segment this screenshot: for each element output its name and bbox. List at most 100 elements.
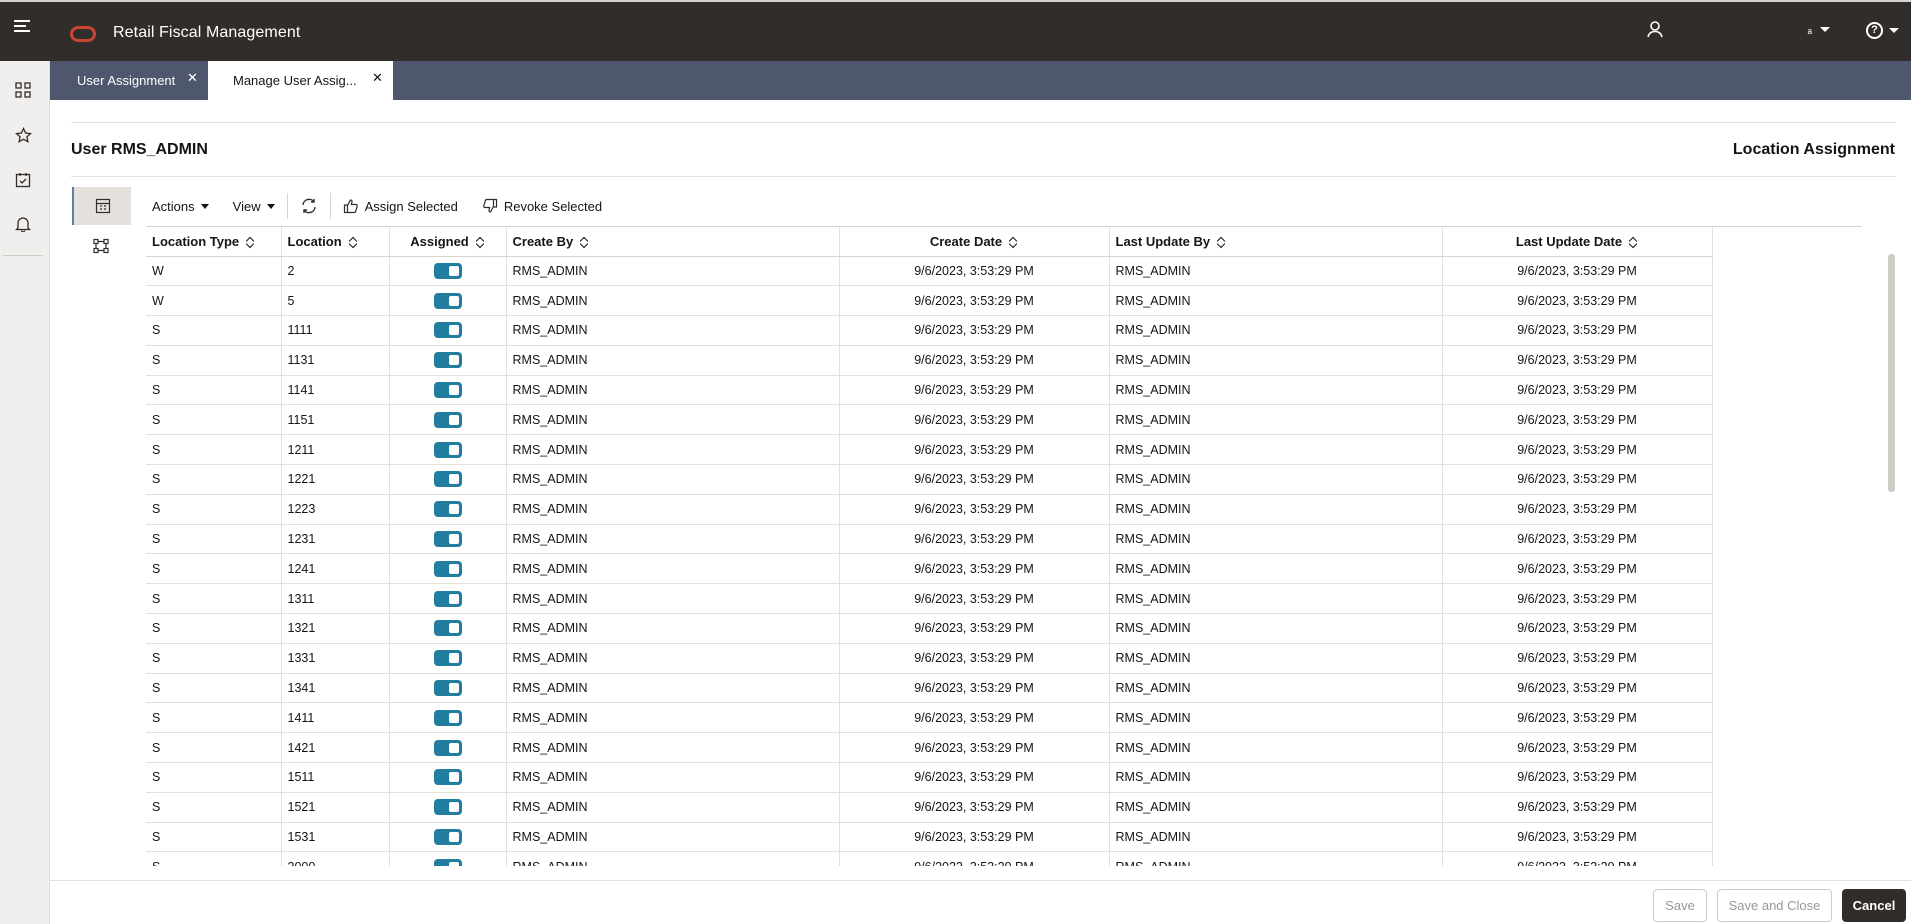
bell-icon[interactable] — [12, 213, 34, 235]
assigned-toggle[interactable] — [433, 680, 462, 697]
cell-location-type: S — [146, 583, 282, 615]
sort-icon[interactable] — [580, 236, 589, 248]
assigned-toggle[interactable] — [433, 322, 462, 339]
star-icon[interactable] — [12, 124, 34, 146]
table-row[interactable]: S 1151 RMS_ADMIN 9/6/2023, 3:53:29 PM RMS_AD… — [146, 404, 1713, 436]
table-row[interactable]: S3000RMS_ADMIN9/6/2023, 3:53:29 PMRMS_AD… — [146, 851, 1713, 866]
assign-selected-button[interactable]: Assign Selected — [331, 198, 470, 214]
assigned-toggle[interactable] — [433, 858, 462, 866]
cell-create-by: RMS_ADMIN — [506, 256, 840, 287]
assigned-toggle[interactable] — [433, 262, 462, 279]
cell-last-update-date: 9/6/2023, 3:53:29 PM — [1442, 583, 1713, 615]
close-icon[interactable]: ✕ — [187, 70, 198, 86]
revoke-selected-button[interactable]: Revoke Selected — [470, 198, 614, 214]
sort-icon[interactable] — [1629, 236, 1638, 248]
table-row[interactable]: S 1411 RMS_ADMIN 9/6/2023, 3:53:29 PM RMS_AD… — [146, 702, 1713, 734]
assigned-toggle[interactable] — [433, 531, 462, 548]
table-row[interactable]: S 1521 RMS_ADMIN 9/6/2023, 3:53:29 PM RMS_AD… — [146, 792, 1713, 823]
column-header-location[interactable]: Location — [281, 227, 390, 257]
save-button[interactable]: Save — [1653, 889, 1707, 922]
assigned-toggle[interactable] — [433, 739, 462, 756]
cell-location-type: S — [146, 315, 282, 346]
column-header-last-update-by[interactable]: Last Update By — [1109, 227, 1443, 257]
sort-icon[interactable] — [476, 236, 485, 248]
oracle-logo-icon — [70, 26, 96, 42]
assigned-toggle[interactable] — [433, 352, 462, 369]
sort-icon[interactable] — [349, 236, 358, 248]
cell-location-type: S — [146, 673, 282, 704]
save-and-close-button[interactable]: Save and Close — [1717, 889, 1832, 922]
table-row[interactable]: S 1141 RMS_ADMIN 9/6/2023, 3:53:29 PM RMS_AD… — [146, 375, 1713, 406]
assigned-toggle[interactable] — [433, 471, 462, 488]
cell-last-update-by: RMS_ADMIN — [1109, 702, 1443, 734]
menu-icon[interactable] — [14, 20, 32, 34]
actions-menu[interactable]: Actions — [140, 199, 221, 214]
hierarchy-view-button[interactable] — [90, 235, 112, 257]
table-row[interactable]: W 2 RMS_ADMIN 9/6/2023, 3:53:29 PM RMS_ADMIN… — [146, 256, 1713, 287]
table-row[interactable]: S 1231 RMS_ADMIN 9/6/2023, 3:53:29 PM RMS_AD… — [146, 524, 1713, 555]
sort-icon[interactable] — [246, 236, 255, 248]
tab-manage-user-assignment[interactable]: Manage User Assig... — [208, 61, 393, 100]
cell-create-date: 9/6/2023, 3:53:29 PM — [839, 643, 1110, 674]
chevron-down-icon — [1889, 28, 1899, 33]
assigned-toggle[interactable] — [433, 382, 462, 399]
user-menu[interactable]: ₐ — [1646, 20, 1830, 38]
cell-location-type: S — [146, 375, 282, 406]
assigned-toggle[interactable] — [433, 411, 462, 428]
sort-icon[interactable] — [1009, 236, 1018, 248]
cell-last-update-date: 9/6/2023, 3:53:29 PM — [1442, 851, 1713, 866]
table-row[interactable]: S 1511 RMS_ADMIN 9/6/2023, 3:53:29 PM RMS_AD… — [146, 762, 1713, 793]
vertical-scrollbar[interactable] — [1888, 254, 1895, 492]
table-row[interactable]: S 1331 RMS_ADMIN 9/6/2023, 3:53:29 PM RMS_AD… — [146, 643, 1713, 674]
assigned-toggle[interactable] — [433, 560, 462, 577]
cell-create-by: RMS_ADMIN — [506, 553, 840, 585]
assigned-toggle[interactable] — [433, 501, 462, 518]
table-row[interactable]: S 1221 RMS_ADMIN 9/6/2023, 3:53:29 PM RMS_AD… — [146, 464, 1713, 495]
assigned-toggle[interactable] — [433, 620, 462, 637]
cell-location-type: S — [146, 643, 282, 674]
assigned-toggle[interactable] — [433, 441, 462, 458]
grid-icon[interactable] — [12, 79, 34, 101]
assigned-toggle[interactable] — [433, 709, 462, 726]
refresh-button[interactable] — [288, 197, 330, 215]
table-row[interactable]: S 1211 RMS_ADMIN 9/6/2023, 3:53:29 PM RMS_AD… — [146, 434, 1713, 466]
table-row[interactable]: S 1321 RMS_ADMIN 9/6/2023, 3:53:29 PM RMS_AD… — [146, 613, 1713, 644]
table-row[interactable]: S 1131 RMS_ADMIN 9/6/2023, 3:53:29 PM RMS_AD… — [146, 345, 1713, 376]
column-header-create-by[interactable]: Create By — [506, 227, 840, 257]
sort-icon[interactable] — [1217, 236, 1226, 248]
assign-selected-label: Assign Selected — [364, 198, 458, 214]
assigned-toggle[interactable] — [433, 590, 462, 607]
view-menu[interactable]: View — [221, 199, 287, 214]
cell-assigned — [389, 464, 507, 495]
cell-last-update-date: 9/6/2023, 3:53:29 PM — [1442, 256, 1713, 287]
chevron-down-icon — [1820, 26, 1830, 32]
table-row[interactable]: S 1311 RMS_ADMIN 9/6/2023, 3:53:29 PM RMS_AD… — [146, 583, 1713, 615]
table-view-button[interactable] — [72, 187, 131, 225]
close-icon[interactable]: ✕ — [372, 70, 383, 86]
table-row[interactable]: S 1421 RMS_ADMIN 9/6/2023, 3:53:29 PM RMS_AD… — [146, 732, 1713, 764]
assigned-toggle[interactable] — [433, 769, 462, 786]
column-header-location-type[interactable]: Location Type — [146, 227, 282, 257]
assigned-toggle[interactable] — [433, 799, 462, 816]
cell-assigned — [389, 792, 507, 823]
cell-create-date: 9/6/2023, 3:53:29 PM — [839, 553, 1110, 585]
checklist-icon[interactable] — [12, 169, 34, 191]
table-row[interactable]: S 1241 RMS_ADMIN 9/6/2023, 3:53:29 PM RMS_AD… — [146, 553, 1713, 585]
cell-last-update-date: 9/6/2023, 3:53:29 PM — [1442, 494, 1713, 525]
table-row[interactable]: S 1111 RMS_ADMIN 9/6/2023, 3:53:29 PM RMS_AD… — [146, 315, 1713, 346]
table-row[interactable]: S 1531 RMS_ADMIN 9/6/2023, 3:53:29 PM RMS_AD… — [146, 822, 1713, 853]
column-header-create-date[interactable]: Create Date — [839, 227, 1110, 257]
table-row[interactable]: W 5 RMS_ADMIN 9/6/2023, 3:53:29 PM RMS_ADMIN… — [146, 285, 1713, 317]
column-header-last-update-date[interactable]: Last Update Date — [1442, 227, 1713, 257]
assigned-toggle[interactable] — [433, 650, 462, 667]
column-header-assigned[interactable]: Assigned — [389, 227, 507, 257]
cell-last-update-date: 9/6/2023, 3:53:29 PM — [1442, 375, 1713, 406]
assigned-toggle[interactable] — [433, 829, 462, 846]
cancel-button[interactable]: Cancel — [1842, 889, 1906, 922]
tab-user-assignment[interactable]: User Assignment — [77, 61, 227, 100]
assigned-toggle[interactable] — [433, 292, 462, 309]
help-menu[interactable]: ? — [1866, 22, 1899, 39]
cell-location: 1511 — [281, 762, 390, 793]
table-row[interactable]: S 1341 RMS_ADMIN 9/6/2023, 3:53:29 PM RMS_AD… — [146, 673, 1713, 704]
table-row[interactable]: S 1223 RMS_ADMIN 9/6/2023, 3:53:29 PM RMS_AD… — [146, 494, 1713, 525]
